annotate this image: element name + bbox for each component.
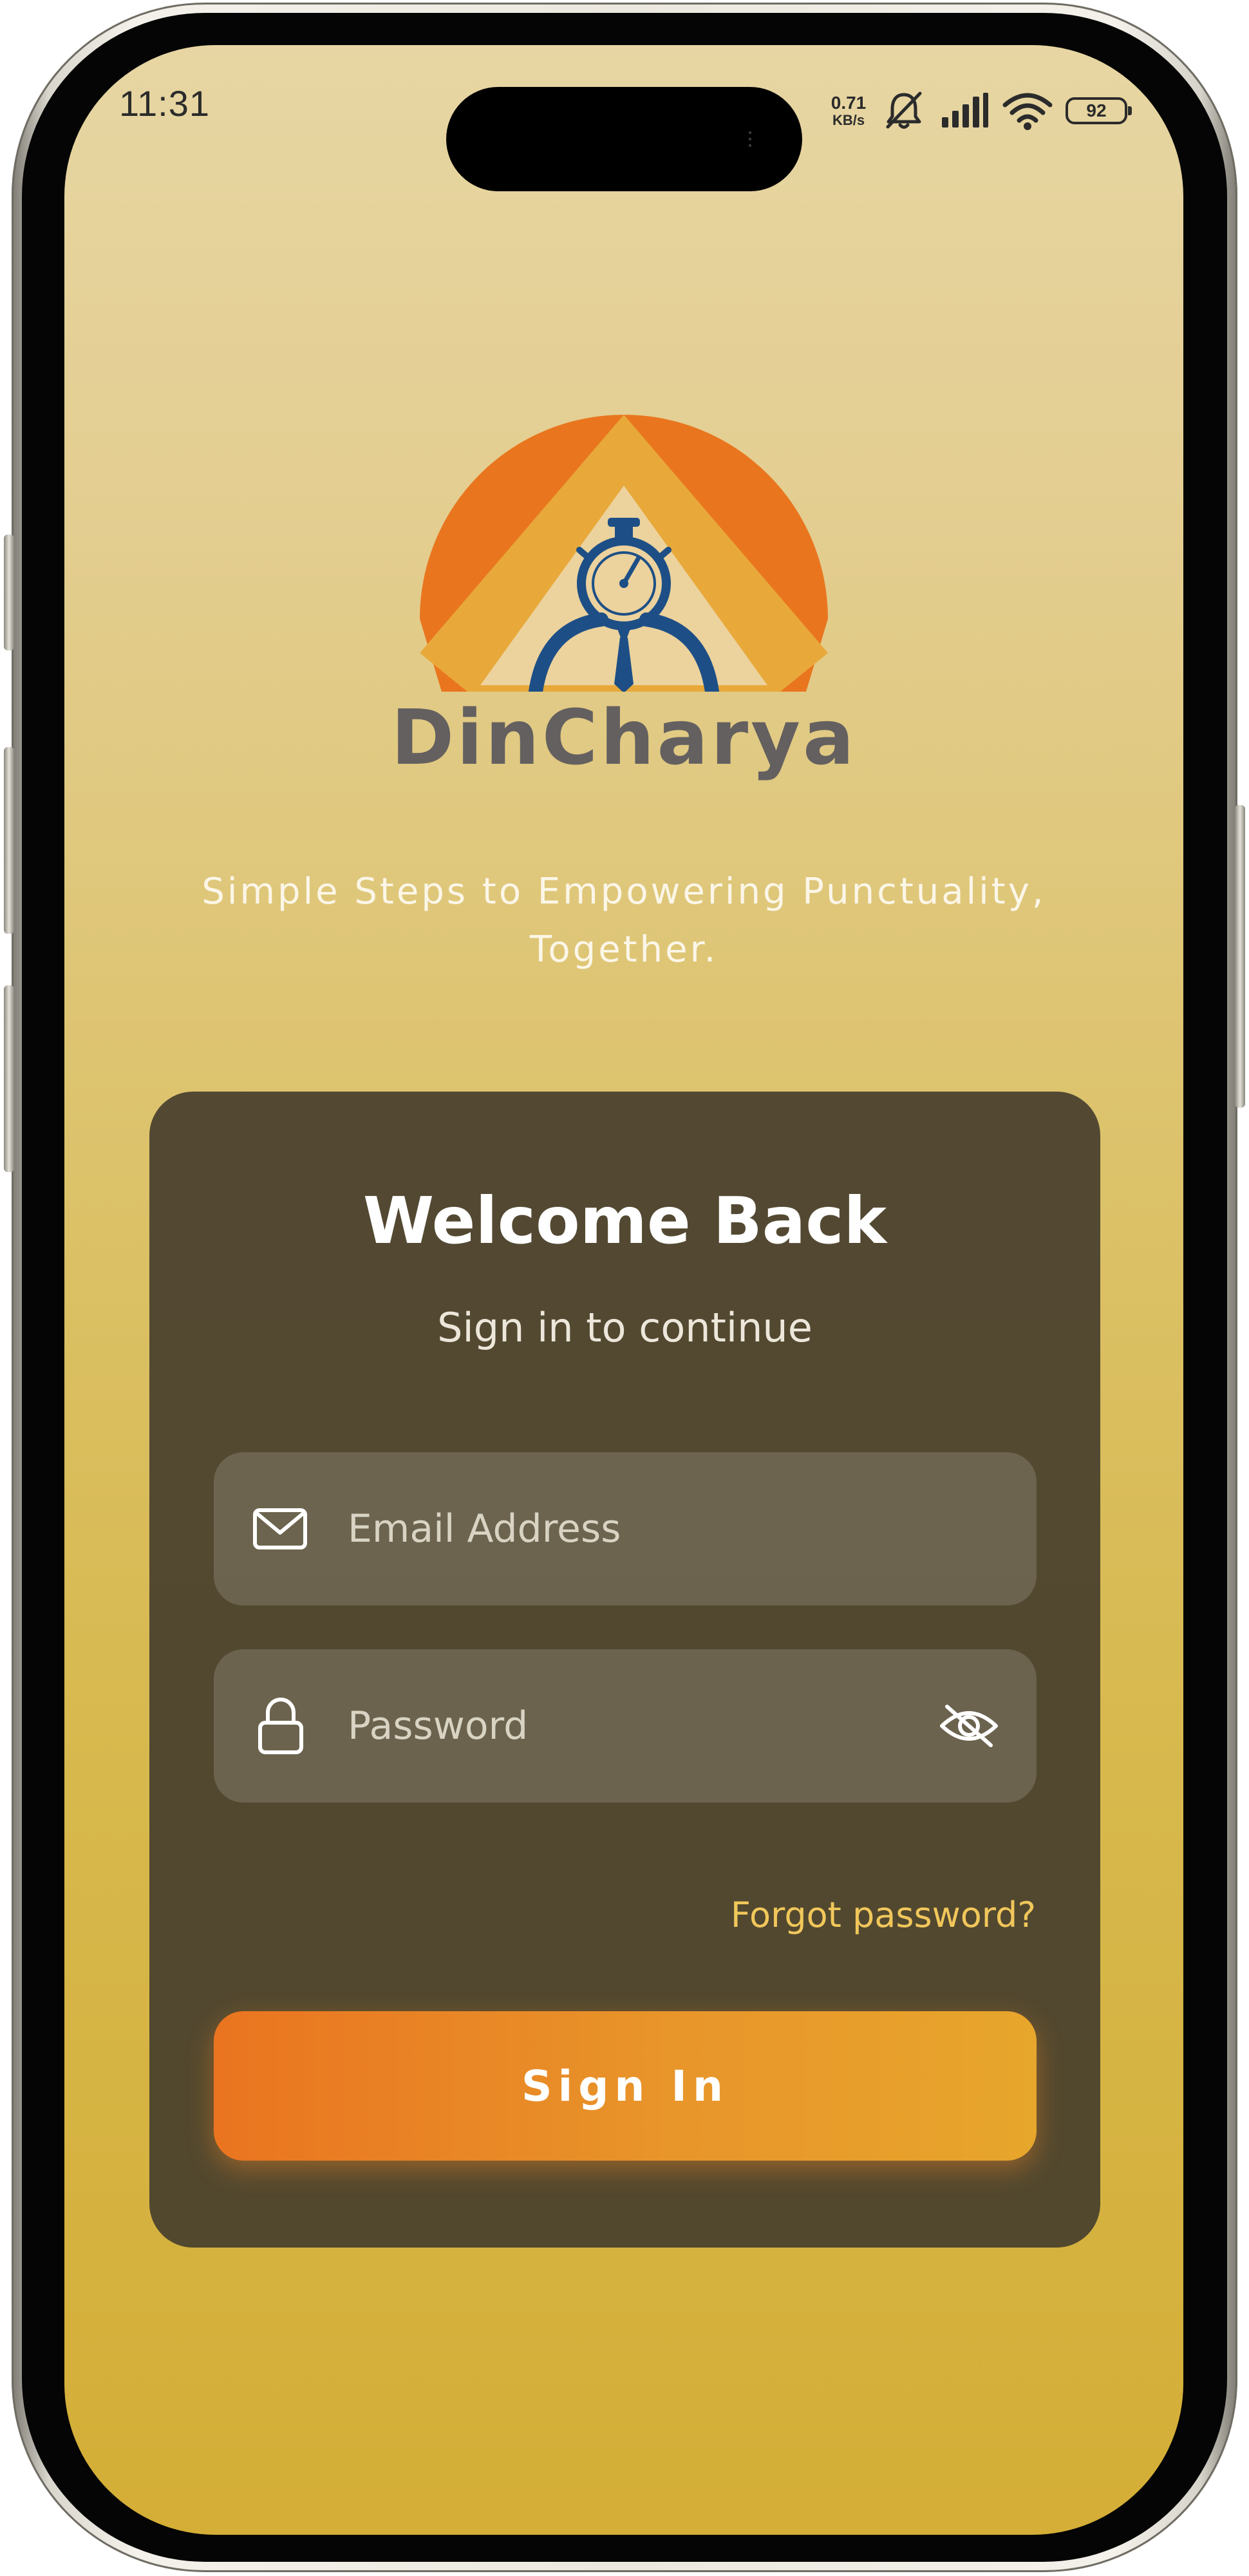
email-input[interactable] — [348, 1452, 914, 1605]
tagline-line-1: Simple Steps to Empowering Punctuality, — [202, 871, 1046, 913]
lock-icon — [258, 1698, 303, 1754]
email-field[interactable] — [214, 1452, 1037, 1605]
sign-in-subtitle: Sign in to continue — [437, 1304, 812, 1351]
tagline-line-2: Together. — [529, 929, 718, 971]
device-stage: 11:31 0.71 KB/s 92 DinCharya Simple Step… — [0, 0, 1249, 2576]
volume-down-button — [4, 985, 14, 1172]
network-speed-value: 0.71 — [831, 93, 867, 113]
password-field[interactable] — [214, 1649, 1037, 1803]
island-sensor — [747, 129, 753, 149]
forgot-password-link[interactable]: Forgot password? — [731, 1895, 1036, 1935]
login-card: Welcome Back Sign in to continue Email A… — [149, 1092, 1100, 2248]
network-speed: 0.71 KB/s — [826, 94, 871, 128]
power-button — [1235, 805, 1245, 1108]
mail-icon — [253, 1508, 307, 1549]
phone-screen: 11:31 0.71 KB/s 92 DinCharya Simple Step… — [64, 45, 1183, 2535]
password-input[interactable] — [348, 1649, 914, 1803]
dynamic-island — [446, 87, 802, 191]
battery-icon: 92 — [1066, 97, 1132, 124]
eye-off-icon[interactable] — [938, 1700, 1000, 1752]
wifi-icon — [1002, 93, 1053, 130]
mute-switch — [4, 535, 14, 650]
app-name-logo-text: DinCharya — [391, 693, 857, 782]
sign-in-button[interactable]: Sign In — [214, 2011, 1037, 2161]
status-time: 11:31 — [119, 83, 210, 124]
tagline: Simple Steps to Empowering Punctuality, … — [64, 863, 1183, 979]
signal-icon — [942, 93, 988, 128]
stopwatch-person-logo — [420, 415, 828, 692]
welcome-title: Welcome Back — [362, 1183, 887, 1258]
bell-muted-icon — [886, 91, 922, 129]
status-icons: 0.71 KB/s 92 — [826, 85, 1132, 137]
volume-up-button — [4, 747, 14, 934]
network-speed-unit: KB/s — [832, 112, 865, 128]
